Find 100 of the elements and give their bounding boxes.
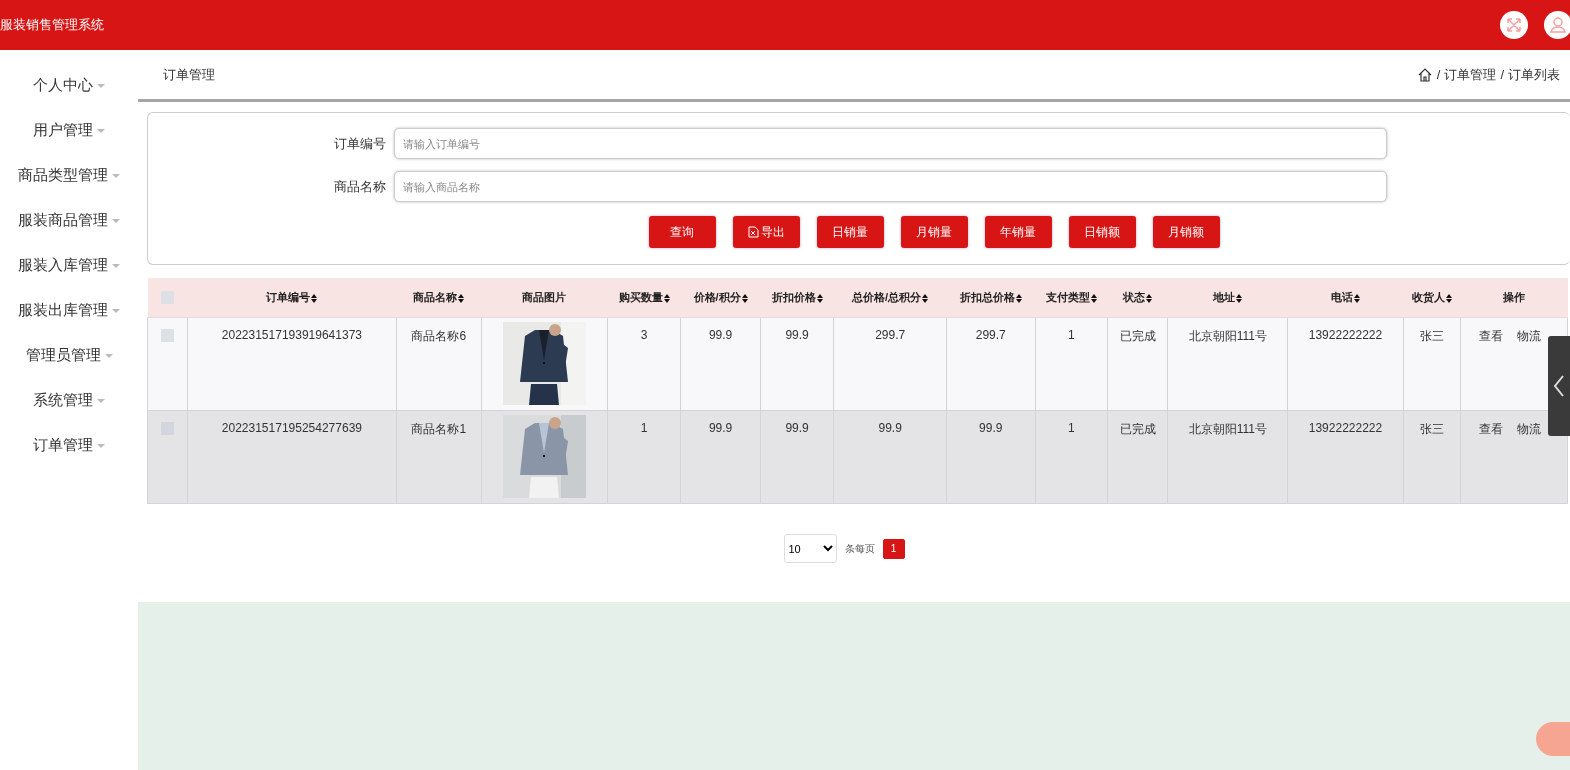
sortable-header[interactable]: 总价格/总积分 — [852, 291, 922, 303]
checkbox[interactable] — [161, 329, 175, 343]
chevron-left-icon — [1553, 375, 1565, 397]
sort-icon[interactable] — [458, 293, 465, 303]
page-button[interactable]: 1 — [882, 538, 905, 559]
caret-icon — [97, 128, 105, 133]
caret-icon — [112, 308, 120, 313]
sortable-header[interactable]: 购买数量 — [618, 291, 663, 303]
fullscreen-icon[interactable] — [1500, 11, 1528, 39]
table-cell: 北京朝阳111号 — [1188, 329, 1267, 343]
action-link[interactable]: 查看 — [1479, 328, 1504, 345]
table-cell: 13922222222 — [1308, 421, 1383, 435]
user-icon[interactable] — [1544, 11, 1570, 39]
sort-icon[interactable] — [922, 293, 929, 303]
sort-icon[interactable] — [1090, 293, 1097, 303]
page-title: 订单管理 — [163, 65, 215, 84]
caret-icon — [97, 398, 105, 403]
action-button[interactable]: 查询 — [648, 216, 716, 248]
action-button[interactable]: 月销量 — [900, 216, 968, 248]
table-cell: 99.9 — [785, 421, 809, 435]
sortable-header[interactable]: 价格/积分 — [693, 291, 741, 303]
sort-icon[interactable] — [1146, 293, 1153, 303]
table-cell: 13922222222 — [1308, 328, 1383, 342]
menu-item[interactable]: 订单管理 — [0, 423, 138, 468]
table-cell: 299.7 — [875, 328, 906, 342]
caret-icon — [97, 443, 105, 448]
table-cell: 3 — [640, 328, 648, 342]
sortable-header[interactable]: 支付类型 — [1045, 291, 1090, 303]
sortable-header[interactable]: 电话 — [1331, 291, 1353, 303]
menu-item[interactable]: 用户管理 — [0, 108, 138, 153]
field-label: 商品名称 — [333, 177, 386, 196]
column-header: 操作 — [1503, 291, 1526, 303]
table-cell: 99.9 — [785, 328, 809, 342]
sortable-header[interactable]: 折扣总价格 — [959, 291, 1015, 303]
caret-icon — [104, 353, 113, 358]
table-cell: 202231517195254277639 — [221, 421, 362, 435]
menu-item[interactable]: 管理员管理 — [0, 333, 138, 378]
sortable-header[interactable]: 状态 — [1123, 291, 1146, 303]
sort-icon[interactable] — [1446, 293, 1452, 303]
app-title: 服装销售管理系统 — [0, 16, 104, 34]
table-cell: 已完成 — [1119, 422, 1156, 436]
sortable-header[interactable]: 收货人 — [1412, 291, 1445, 303]
caret-icon — [112, 263, 120, 268]
action-button[interactable]: 日销量 — [816, 216, 884, 248]
action-link[interactable]: 物流 — [1517, 328, 1542, 345]
caret-icon — [112, 218, 120, 223]
table-cell: 张三 — [1420, 422, 1444, 436]
table-cell: 299.7 — [975, 328, 1006, 342]
menu-item[interactable]: 服装出库管理 — [0, 288, 138, 333]
sort-icon[interactable] — [663, 293, 670, 303]
table-cell: 1 — [1067, 421, 1075, 435]
home-icon[interactable] — [1416, 66, 1433, 83]
action-button[interactable]: 年销量 — [984, 216, 1052, 248]
sort-icon[interactable] — [741, 293, 748, 303]
sortable-header[interactable]: 地址 — [1213, 291, 1236, 303]
table-cell: 99.9 — [878, 421, 902, 435]
menu-item[interactable]: 服装入库管理 — [0, 243, 138, 288]
table-cell: 北京朝阳111号 — [1188, 422, 1267, 436]
table-cell: 已完成 — [1119, 329, 1156, 343]
sortable-header[interactable]: 订单编号 — [266, 291, 311, 303]
table-cell: 202231517193919641373 — [221, 328, 362, 342]
action-link[interactable]: 物流 — [1517, 421, 1542, 438]
sort-icon[interactable] — [1015, 293, 1022, 303]
sort-icon[interactable] — [311, 293, 318, 303]
checkbox[interactable] — [161, 291, 175, 305]
breadcrumb-separator: / — [1500, 67, 1504, 82]
input-field[interactable]: 请输入商品名称 — [394, 171, 1387, 202]
sort-icon[interactable] — [816, 293, 823, 303]
side-panel-toggle[interactable] — [1548, 336, 1570, 436]
table-cell: 商品名称1 — [411, 422, 467, 436]
caret-icon — [112, 173, 120, 178]
document-icon — [747, 226, 759, 238]
action-button[interactable]: 导出 — [732, 216, 800, 248]
sort-icon[interactable] — [1236, 293, 1243, 303]
field-label: 订单编号 — [333, 134, 386, 153]
page-size-select[interactable]: 10 — [783, 534, 837, 563]
breadcrumb-link[interactable]: 订单管理 — [1444, 65, 1497, 84]
sort-icon[interactable] — [1354, 293, 1360, 303]
menu-item[interactable]: 商品类型管理 — [0, 153, 138, 198]
table-cell: 99.9 — [708, 421, 733, 435]
breadcrumb-current: 订单列表 — [1508, 65, 1560, 84]
menu-item[interactable]: 个人中心 — [0, 63, 138, 108]
action-link[interactable]: 查看 — [1479, 421, 1504, 438]
action-button[interactable]: 月销额 — [1152, 216, 1220, 248]
column-header: 商品图片 — [522, 291, 567, 303]
table-cell: 1 — [640, 421, 648, 435]
breadcrumb-separator: / — [1436, 67, 1441, 82]
menu-item[interactable]: 服装商品管理 — [0, 198, 138, 243]
table-cell: 1 — [1067, 328, 1075, 342]
sortable-header[interactable]: 商品名称 — [413, 291, 458, 303]
action-button[interactable]: 日销额 — [1068, 216, 1136, 248]
input-field[interactable]: 请输入订单编号 — [394, 128, 1387, 159]
table-cell: 张三 — [1420, 329, 1444, 343]
caret-icon — [97, 83, 105, 88]
table-cell: 商品名称6 — [411, 329, 467, 343]
table-cell: 99.9 — [979, 421, 1003, 435]
sortable-header[interactable]: 折扣价格 — [771, 291, 816, 303]
page-size-label: 条每页 — [844, 541, 875, 556]
table-cell: 99.9 — [708, 328, 733, 342]
menu-item[interactable]: 系统管理 — [0, 378, 138, 423]
